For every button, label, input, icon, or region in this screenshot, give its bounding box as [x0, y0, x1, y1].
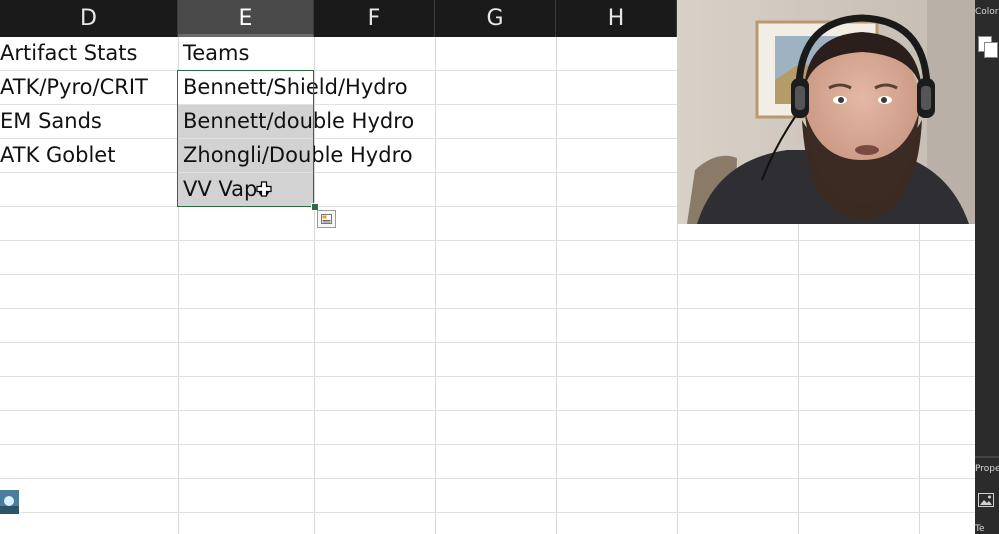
- color-panel-label: Color: [975, 7, 999, 17]
- cell-e2[interactable]: Bennett/Shield/Hydro: [178, 71, 408, 104]
- webcam-overlay: [677, 0, 975, 224]
- column-header-d[interactable]: D: [0, 0, 178, 37]
- column-header-g[interactable]: G: [435, 0, 556, 37]
- cell-e4[interactable]: Zhongli/Double Hydro: [178, 139, 413, 172]
- cell-d1[interactable]: Artifact Stats: [0, 37, 178, 70]
- image-icon[interactable]: [978, 493, 994, 507]
- quick-analysis-button[interactable]: [317, 210, 336, 228]
- properties-panel-label: Prope: [975, 464, 999, 474]
- column-header-h[interactable]: H: [556, 0, 677, 37]
- column-header-f[interactable]: F: [314, 0, 435, 37]
- quick-analysis-icon: [321, 214, 332, 224]
- side-panel: Color Prope Te: [975, 0, 999, 534]
- cell-d3[interactable]: EM Sands: [0, 105, 178, 138]
- cell-e5[interactable]: VV Vapo: [178, 173, 314, 206]
- panel-tab-label: Te: [975, 524, 985, 534]
- cell-d2[interactable]: ATK/Pyro/CRIT: [0, 71, 178, 104]
- plus-cursor-icon: [256, 181, 272, 197]
- cell-e3[interactable]: Bennett/double Hydro: [178, 105, 414, 138]
- thumbnail-image[interactable]: [0, 490, 19, 514]
- webcam-video: [677, 0, 975, 224]
- cell-e1[interactable]: Teams: [178, 37, 314, 70]
- column-header-e[interactable]: E: [178, 0, 314, 37]
- cell-d4[interactable]: ATK Goblet: [0, 139, 178, 172]
- background-color-swatch[interactable]: [984, 42, 998, 58]
